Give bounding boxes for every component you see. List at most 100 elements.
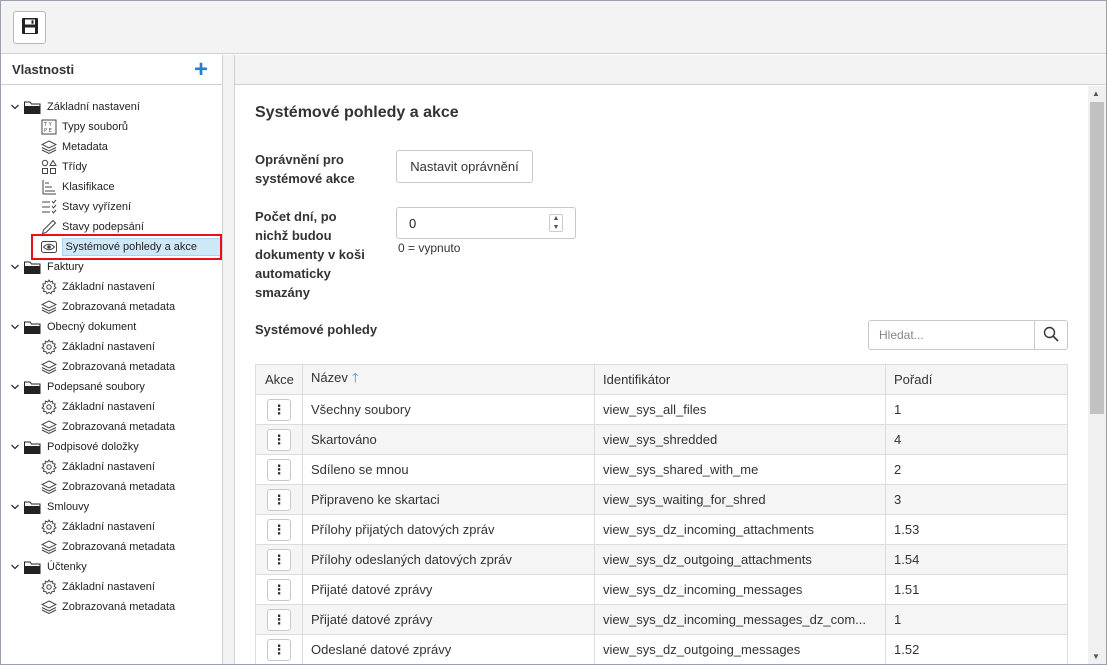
chevron-down-icon[interactable] <box>9 102 21 112</box>
column-header-poradi[interactable]: Pořadí <box>885 364 1068 395</box>
trash-days-label-line: Počet dní, po <box>255 209 337 224</box>
tree-item[interactable]: Zobrazovaná metadata <box>1 597 222 617</box>
more-actions-icon[interactable]: ⋮ <box>267 458 291 481</box>
number-stepper[interactable]: ▲ ▼ <box>549 214 563 232</box>
set-permissions-button[interactable]: Nastavit oprávnění <box>396 150 533 183</box>
tree-item-label: Typy souborů <box>62 121 129 133</box>
page-title: Systémové pohledy a akce <box>255 104 459 121</box>
chevron-down-icon[interactable] <box>9 562 21 572</box>
actions-cell: ⋮ <box>255 514 303 545</box>
tree-item[interactable]: Základní nastavení <box>1 517 222 537</box>
tree-group[interactable]: Podpisové doložky <box>1 437 222 457</box>
tree-item-label: Základní nastavení <box>62 281 155 293</box>
more-actions-icon[interactable]: ⋮ <box>267 638 291 661</box>
vertical-scrollbar[interactable]: ▲ ▼ <box>1088 86 1106 664</box>
more-actions-icon[interactable]: ⋮ <box>267 518 291 541</box>
trash-days-value: 0 <box>409 215 417 231</box>
more-actions-icon[interactable]: ⋮ <box>267 488 291 511</box>
chevron-down-icon[interactable] <box>9 382 21 392</box>
layers-icon <box>40 479 58 495</box>
column-header-nazev[interactable]: Název 🡑 <box>302 364 595 395</box>
splitter[interactable] <box>223 55 235 664</box>
tree-item-label: Základní nastavení <box>62 581 155 593</box>
tree-item[interactable]: T YP E Typy souborů <box>1 117 222 137</box>
gear-icon <box>40 399 58 415</box>
stepper-up-icon[interactable]: ▲ <box>553 215 560 222</box>
table-row[interactable]: ⋮ Přílohy odeslaných datových zpráv view… <box>255 544 1068 575</box>
scrollbar-thumb[interactable] <box>1090 102 1104 414</box>
gear-icon <box>40 519 58 535</box>
table-row[interactable]: ⋮ Přijaté datové zprávy view_sys_dz_inco… <box>255 574 1068 605</box>
stepper-down-icon[interactable]: ▼ <box>553 224 560 231</box>
trash-days-label-line: nichž budou <box>255 228 332 243</box>
search-input[interactable] <box>869 321 1034 349</box>
table-row[interactable]: ⋮ Skartováno view_sys_shredded 4 <box>255 424 1068 455</box>
identifier-cell: view_sys_dz_outgoing_attachments <box>594 544 886 575</box>
tree-item[interactable]: Základní nastavení <box>1 457 222 477</box>
table-row[interactable]: ⋮ Všechny soubory view_sys_all_files 1 <box>255 394 1068 425</box>
tree-item[interactable]: Klasifikace <box>1 177 222 197</box>
tree-group[interactable]: Smlouvy <box>1 497 222 517</box>
order-cell: 1 <box>885 604 1068 635</box>
tree-item[interactable]: Základní nastavení <box>1 277 222 297</box>
tree-item[interactable]: Zobrazovaná metadata <box>1 357 222 377</box>
sidebar-title: Vlastnosti <box>12 62 75 77</box>
chevron-down-icon[interactable] <box>9 502 21 512</box>
actions-cell: ⋮ <box>255 484 303 515</box>
layers-icon <box>40 299 58 315</box>
column-header-identifikator[interactable]: Identifikátor <box>594 364 886 395</box>
tree-item[interactable]: Systémové pohledy a akce <box>1 234 222 260</box>
order-cell: 1.54 <box>885 544 1068 575</box>
chevron-down-icon[interactable] <box>9 322 21 332</box>
scroll-down-icon[interactable]: ▼ <box>1092 652 1100 661</box>
table-row[interactable]: ⋮ Přílohy přijatých datových zpráv view_… <box>255 514 1068 545</box>
sort-ascending-icon[interactable]: 🡑 <box>352 370 359 385</box>
more-actions-icon[interactable]: ⋮ <box>267 578 291 601</box>
tree-item[interactable]: Základní nastavení <box>1 337 222 357</box>
table-row[interactable]: ⋮ Připraveno ke skartaci view_sys_waitin… <box>255 484 1068 515</box>
identifier-cell: view_sys_waiting_for_shred <box>594 484 886 515</box>
add-icon[interactable]: + <box>194 57 208 81</box>
tree-item-label: Stavy podepsání <box>62 221 144 233</box>
tree-item[interactable]: Základní nastavení <box>1 577 222 597</box>
main-panel: Systémové pohledy a akce Oprávnění pro s… <box>235 86 1088 664</box>
trash-days-input[interactable]: 0 ▲ ▼ <box>396 207 576 239</box>
tree-group[interactable]: Účtenky <box>1 557 222 577</box>
scroll-up-icon[interactable]: ▲ <box>1092 89 1100 98</box>
tree-item[interactable]: Zobrazovaná metadata <box>1 417 222 437</box>
more-actions-icon[interactable]: ⋮ <box>267 428 291 451</box>
file-types-icon: T YP E <box>40 119 58 135</box>
table-row[interactable]: ⋮ Přijaté datové zprávy view_sys_dz_inco… <box>255 604 1068 635</box>
tree-group[interactable]: Obecný dokument <box>1 317 222 337</box>
tree-item[interactable]: Metadata <box>1 137 222 157</box>
layers-icon <box>40 539 58 555</box>
order-cell: 1.51 <box>885 574 1068 605</box>
column-header-akce: Akce <box>255 364 303 395</box>
tree-item[interactable]: Základní nastavení <box>1 397 222 417</box>
more-actions-icon[interactable]: ⋮ <box>267 608 291 631</box>
table-row[interactable]: ⋮ Sdíleno se mnou view_sys_shared_with_m… <box>255 454 1068 485</box>
gear-icon <box>40 339 58 355</box>
table-row[interactable]: ⋮ Odeslané datové zprávy view_sys_dz_out… <box>255 634 1068 664</box>
tree-group[interactable]: Faktury <box>1 257 222 277</box>
more-actions-icon[interactable]: ⋮ <box>267 398 291 421</box>
tree-item[interactable]: Zobrazovaná metadata <box>1 477 222 497</box>
save-button[interactable] <box>13 11 46 44</box>
tree-item[interactable]: Zobrazovaná metadata <box>1 297 222 317</box>
more-actions-icon[interactable]: ⋮ <box>267 548 291 571</box>
tree-group[interactable]: Podepsané soubory <box>1 377 222 397</box>
tree-item[interactable]: Stavy vyřízení <box>1 197 222 217</box>
chevron-down-icon[interactable] <box>9 262 21 272</box>
identifier-cell: view_sys_dz_incoming_messages <box>594 574 886 605</box>
tree-item-label: Klasifikace <box>62 181 115 193</box>
tree-item[interactable]: Zobrazovaná metadata <box>1 537 222 557</box>
identifier-cell: view_sys_dz_outgoing_messages <box>594 634 886 664</box>
search-button[interactable] <box>1034 321 1067 349</box>
tree-group[interactable]: Základní nastavení <box>1 97 222 117</box>
folder-icon <box>24 561 42 574</box>
section-title: Systémové pohledy <box>255 322 378 337</box>
tree-item[interactable]: Třídy <box>1 157 222 177</box>
chevron-down-icon[interactable] <box>9 442 21 452</box>
name-cell: Sdíleno se mnou <box>302 454 595 485</box>
trash-days-label-line: smazány <box>255 285 310 300</box>
